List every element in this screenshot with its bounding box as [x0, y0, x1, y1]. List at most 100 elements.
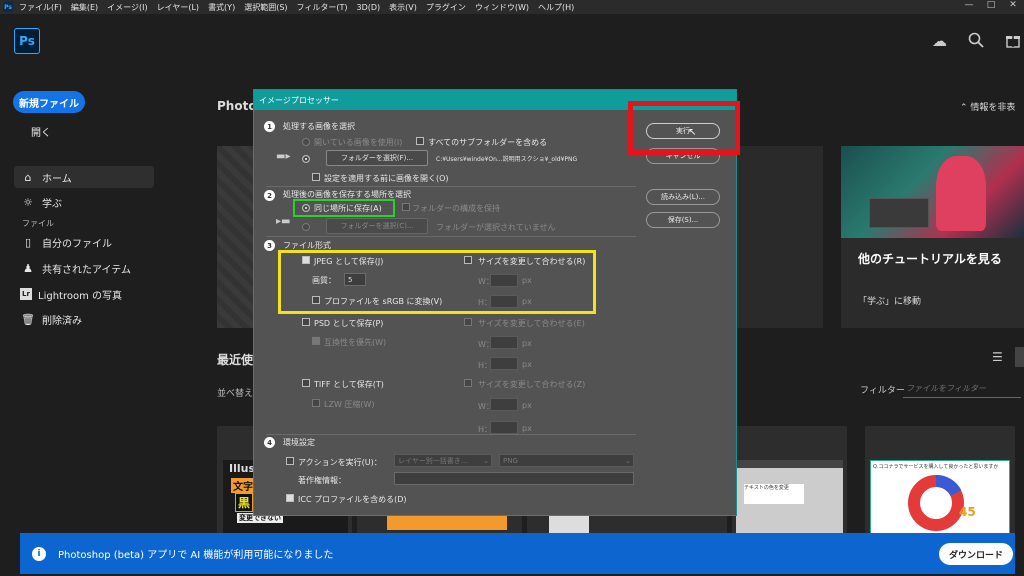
section-number: 2 [264, 190, 275, 201]
select-dest-folder-button[interactable]: フォルダーを選択(C)... [326, 218, 428, 234]
learn-link[interactable]: 「学ぶ」に移動 [858, 294, 921, 307]
sidebar-item-deleted[interactable]: 🗑 削除済み [14, 308, 154, 330]
select-folder-radio[interactable] [302, 155, 310, 163]
recent-heading: 最近使 [217, 353, 254, 367]
sidebar-item-label: Lightroom の写真 [38, 290, 123, 302]
lzw-checkbox[interactable] [312, 399, 320, 407]
info-toggle[interactable]: ⌃ 情報を非表 [960, 100, 1015, 113]
use-open-images-label: 開いている画像を使用(I) [314, 138, 403, 147]
recent-file-thumb[interactable]: テキストの色を変更 [732, 426, 847, 536]
photoshop-logo: Ps [14, 28, 40, 54]
menu-help[interactable]: ヘルプ(H) [538, 2, 574, 13]
menu-view[interactable]: 表示(V) [389, 2, 417, 13]
section-number: 4 [264, 437, 275, 448]
select-source-folder-button[interactable]: フォルダーを選択(F)... [326, 150, 428, 166]
use-open-images-radio[interactable] [302, 138, 310, 146]
open-button[interactable]: 開く [31, 124, 51, 139]
menu-layer[interactable]: レイヤー(L) [157, 2, 199, 13]
info-icon: i [32, 546, 46, 561]
tutorial-card-2[interactable] [737, 146, 823, 328]
resize-psd-label: サイズを変更して合わせる(E) [478, 319, 585, 328]
sidebar-item-home[interactable]: ⌂ ホーム [14, 166, 154, 188]
resize-tiff-checkbox[interactable] [464, 379, 472, 387]
new-file-button[interactable]: 新規ファイル [13, 91, 85, 113]
save-settings-button[interactable]: 保存(S)... [646, 212, 720, 228]
save-tiff-checkbox[interactable] [302, 379, 310, 387]
search-icon[interactable] [968, 32, 984, 52]
open-first-checkbox[interactable] [312, 173, 320, 181]
icc-checkbox[interactable] [286, 494, 294, 502]
tutorial-title[interactable]: 他のチュートリアルを見る [858, 250, 1002, 267]
sidebar-item-my-files[interactable]: ▯ 自分のファイル [14, 231, 154, 253]
sidebar-item-label: 共有されたアイテム [42, 264, 131, 276]
action-value: PNG [503, 456, 518, 465]
psd-height-input[interactable] [490, 357, 518, 370]
run-action-label: アクションを実行(U)： [298, 458, 382, 467]
action-select[interactable]: PNG ⌄ [499, 454, 634, 467]
menu-plugins[interactable]: プラグイン [426, 2, 466, 13]
gift-icon[interactable] [1005, 32, 1021, 52]
filter-label: フィルター [860, 386, 905, 396]
copyright-input[interactable] [394, 472, 634, 485]
menu-window[interactable]: ウィンドウ(W) [475, 2, 529, 13]
info-toggle-label: 情報を非表 [970, 103, 1016, 113]
px-label: px [522, 360, 532, 369]
choose-folder-radio[interactable] [302, 223, 310, 231]
grid-view-icon[interactable] [1015, 347, 1024, 367]
save-psd-checkbox[interactable] [302, 318, 310, 326]
window-controls: — □ ✕ [958, 0, 1024, 14]
home-icon: ⌂ [24, 170, 32, 184]
menu-edit[interactable]: 編集(E) [71, 2, 98, 13]
menu-3d[interactable]: 3D(D) [357, 3, 381, 12]
no-folder-label: フォルダーが選択されていません [436, 223, 556, 232]
include-subfolders-checkbox[interactable] [416, 137, 424, 145]
close-icon[interactable]: ✕ [1002, 0, 1024, 14]
keep-structure-label: フォルダーの構成を保持 [412, 204, 500, 213]
tiff-width-input[interactable] [490, 398, 518, 411]
compat-label: 互換性を優先(W) [324, 338, 387, 347]
run-action-checkbox[interactable] [286, 457, 294, 465]
recent-file-thumb[interactable]: Q.ココナラでサービスを購入して良かったと思いますか 45 [865, 426, 1015, 536]
save-psd-label: PSD として保存(P) [314, 319, 384, 328]
maximize-icon[interactable]: □ [980, 0, 1002, 14]
download-button[interactable]: ダウンロード [939, 543, 1013, 565]
load-button[interactable]: 読み込み(L)... [646, 189, 720, 205]
compat-checkbox[interactable] [312, 337, 320, 345]
minimize-icon[interactable]: — [958, 0, 980, 14]
menu-file[interactable]: ファイル(F) [19, 2, 62, 13]
lightroom-icon: Lr [20, 288, 32, 300]
menu-type[interactable]: 書式(Y) [208, 2, 235, 13]
sidebar-item-lightroom[interactable]: Lr Lightroom の写真 [14, 283, 154, 305]
psd-width-input[interactable] [490, 336, 518, 349]
menu-bar: Ps ファイル(F) 編集(E) イメージ(I) レイヤー(L) 書式(Y) 選… [0, 0, 1024, 14]
tiff-height-input[interactable] [490, 421, 518, 434]
px-label: px [522, 339, 532, 348]
action-set-value: レイヤー別一括書き... [398, 456, 468, 465]
flamingo-image [841, 146, 1024, 238]
files-section-header: ファイル [22, 219, 54, 228]
px-label: px [522, 401, 532, 410]
resize-psd-checkbox[interactable] [464, 318, 472, 326]
chevron-up-icon: ⌃ [960, 103, 971, 113]
keep-structure-checkbox[interactable] [402, 203, 410, 211]
file-icon: ▯ [24, 235, 32, 249]
section4-title: 環境設定 [283, 438, 315, 447]
menu-select[interactable]: 選択範囲(S) [244, 2, 287, 13]
sort-label[interactable]: 並べ替え [217, 386, 253, 399]
photoshop-app-icon: Ps [3, 2, 13, 12]
lightbulb-icon: ☼ [23, 195, 33, 209]
list-view-icon[interactable]: ☰ [992, 350, 1003, 364]
menu-image[interactable]: イメージ(I) [107, 2, 147, 13]
sidebar-item-label: 自分のファイル [42, 238, 112, 250]
jpeg-options-highlight [278, 250, 596, 314]
sidebar-item-learn[interactable]: ☼ 学ぶ [14, 191, 154, 213]
menu-filter[interactable]: フィルター(T) [297, 2, 348, 13]
section-number: 1 [264, 121, 275, 132]
people-icon: ♟ [23, 261, 33, 275]
mouse-cursor-icon: ↖ [688, 127, 697, 138]
sidebar-item-shared[interactable]: ♟ 共有されたアイテム [14, 257, 154, 279]
section-divider [266, 434, 636, 435]
cloud-icon[interactable]: ☁ [932, 32, 947, 50]
filter-input[interactable] [903, 380, 1021, 398]
action-set-select[interactable]: レイヤー別一括書き... ⌄ [394, 454, 492, 467]
